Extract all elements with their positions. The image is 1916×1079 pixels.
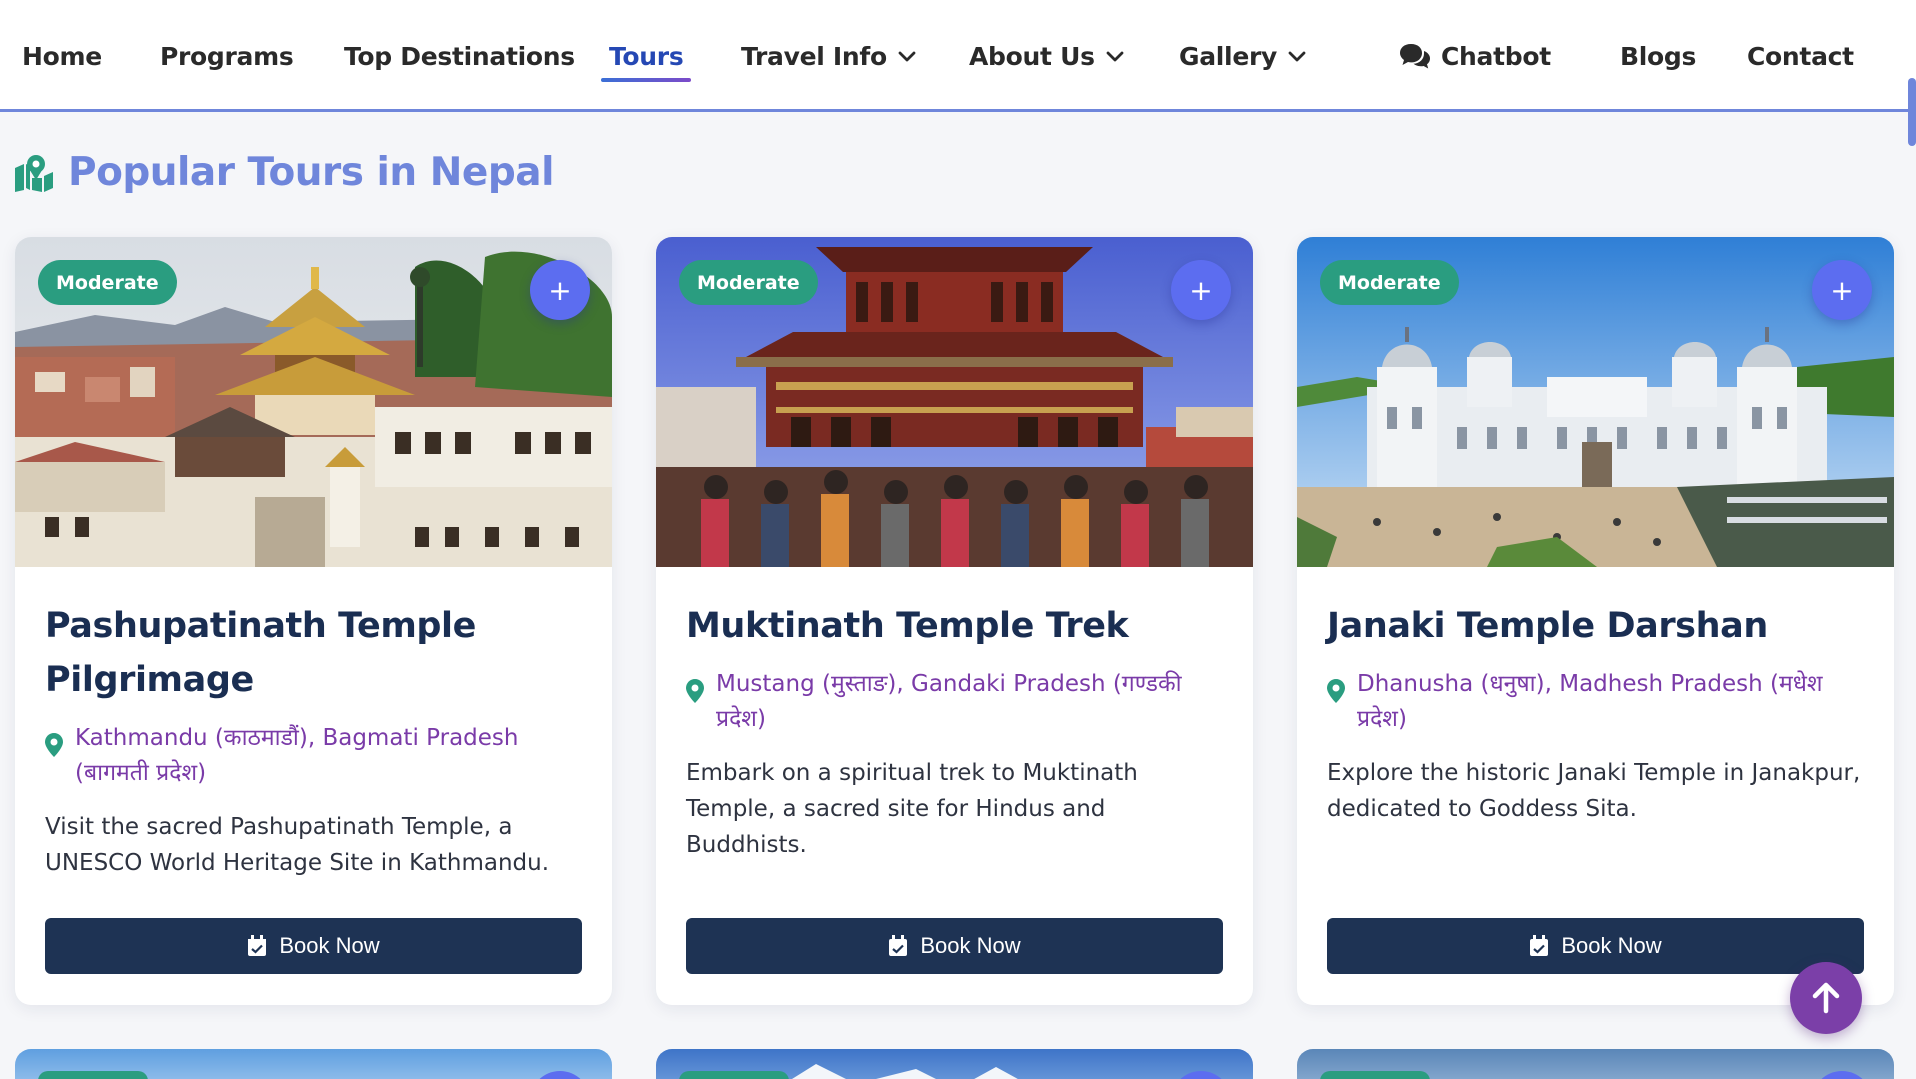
tour-location: Kathmandu (काठमाडौं), Bagmati Pradesh (ब… xyxy=(45,721,585,791)
nav-gallery[interactable]: Gallery xyxy=(1179,36,1307,76)
book-now-button[interactable]: Book Now xyxy=(45,918,582,974)
book-now-label: Book Now xyxy=(1561,933,1662,958)
chevron-down-icon xyxy=(1288,51,1306,62)
tour-card-body: Muktinath Temple Trek Mustang (मुस्ताङ),… xyxy=(686,599,1226,863)
add-tour-button[interactable] xyxy=(1812,1071,1872,1079)
nav-travel-info-label: Travel Info xyxy=(741,41,887,71)
book-now-button[interactable]: Book Now xyxy=(686,918,1223,974)
nav-about-us-label: About Us xyxy=(969,41,1095,71)
nav-gallery-label: Gallery xyxy=(1179,41,1278,71)
tour-card-body: Pashupatinath Temple Pilgrimage Kathmand… xyxy=(45,599,585,881)
tour-image: Moderate + xyxy=(1297,237,1894,567)
location-pin-icon xyxy=(45,733,63,757)
book-now-label: Book Now xyxy=(279,933,380,958)
nav-blogs-label: Blogs xyxy=(1620,41,1697,71)
tour-title: Janaki Temple Darshan xyxy=(1327,606,1768,646)
difficulty-badge xyxy=(679,1071,789,1079)
tour-title: Pashupatinath Temple Pilgrimage xyxy=(45,606,476,700)
tour-image: Moderate + xyxy=(15,237,612,567)
nav-contact[interactable]: Contact xyxy=(1747,36,1854,76)
plus-icon: + xyxy=(548,273,572,307)
top-navbar: Home Programs Top Destinations Tours Tra… xyxy=(0,0,1916,112)
book-now-label: Book Now xyxy=(920,933,1021,958)
plus-icon: + xyxy=(1189,273,1213,307)
add-tour-button[interactable]: + xyxy=(1171,260,1231,320)
scrollbar-thumb[interactable] xyxy=(1908,78,1916,146)
chevron-down-icon xyxy=(898,51,916,62)
nav-chatbot[interactable]: Chatbot xyxy=(1399,36,1551,76)
difficulty-badge xyxy=(1320,1071,1430,1079)
tour-description: Visit the sacred Pashupatinath Temple, a… xyxy=(45,814,550,876)
tour-location-text: Mustang (मुस्ताङ), Gandaki Pradesh (गण्ड… xyxy=(716,671,1182,732)
nav-travel-info[interactable]: Travel Info xyxy=(741,36,917,76)
tour-location-text: Kathmandu (काठमाडौं), Bagmati Pradesh (ब… xyxy=(75,725,519,786)
difficulty-badge: Moderate xyxy=(1320,260,1459,305)
nav-top-destinations-label: Top Destinations xyxy=(344,41,575,71)
tour-card: Moderate + Muktinath Temple Trek Mustang… xyxy=(656,237,1253,1005)
location-pin-icon xyxy=(1327,679,1345,703)
tour-title: Muktinath Temple Trek xyxy=(686,606,1129,646)
page-title: Popular Tours in Nepal xyxy=(68,150,554,195)
tour-card-body: Janaki Temple Darshan Dhanusha (धनुषा), … xyxy=(1327,599,1867,827)
nav-top-destinations[interactable]: Top Destinations xyxy=(344,36,575,76)
nav-home[interactable]: Home xyxy=(22,36,102,76)
tour-card-preview[interactable] xyxy=(656,1049,1253,1079)
nav-programs[interactable]: Programs xyxy=(160,36,294,76)
tour-description: Explore the historic Janaki Temple in Ja… xyxy=(1327,760,1861,822)
add-tour-button[interactable] xyxy=(530,1071,590,1079)
nav-blogs[interactable]: Blogs xyxy=(1620,36,1696,76)
nav-tours-label: Tours xyxy=(609,41,684,71)
map-marker-icon xyxy=(15,154,53,192)
calendar-check-icon xyxy=(889,935,908,956)
tour-card: Moderate + Pashupatinath Temple Pilgrima… xyxy=(15,237,612,1005)
tour-location: Mustang (मुस्ताङ), Gandaki Pradesh (गण्ड… xyxy=(686,667,1226,737)
calendar-check-icon xyxy=(1530,935,1549,956)
section-heading: Popular Tours in Nepal xyxy=(14,150,554,195)
add-tour-button[interactable]: + xyxy=(530,260,590,320)
tour-location-text: Dhanusha (धनुषा), Madhesh Pradesh (मधेश … xyxy=(1357,671,1823,732)
nav-programs-label: Programs xyxy=(160,41,294,71)
book-now-button[interactable]: Book Now xyxy=(1327,918,1864,974)
tour-card: Moderate + Janaki Temple Darshan Dhanush… xyxy=(1297,237,1894,1005)
tour-description: Embark on a spiritual trek to Muktinath … xyxy=(686,760,1138,858)
nav-chatbot-label: Chatbot xyxy=(1441,41,1551,71)
tour-card-preview[interactable] xyxy=(15,1049,612,1079)
difficulty-badge: Moderate xyxy=(679,260,818,305)
chevron-down-icon xyxy=(1106,51,1124,62)
plus-icon: + xyxy=(1830,273,1854,307)
calendar-check-icon xyxy=(248,935,267,956)
tour-location: Dhanusha (धनुषा), Madhesh Pradesh (मधेश … xyxy=(1327,667,1867,737)
difficulty-badge xyxy=(38,1071,148,1079)
nav-contact-label: Contact xyxy=(1747,41,1854,71)
nav-tours[interactable]: Tours xyxy=(600,36,692,82)
chat-icon xyxy=(1400,44,1430,69)
nav-home-label: Home xyxy=(22,41,102,71)
difficulty-badge: Moderate xyxy=(38,260,177,305)
nav-about-us[interactable]: About Us xyxy=(969,36,1125,76)
scroll-to-top-button[interactable] xyxy=(1790,962,1862,1034)
tour-card-preview[interactable] xyxy=(1297,1049,1894,1079)
tour-image: Moderate + xyxy=(656,237,1253,567)
add-tour-button[interactable]: + xyxy=(1812,260,1872,320)
arrow-up-icon xyxy=(1812,982,1840,1014)
location-pin-icon xyxy=(686,679,704,703)
